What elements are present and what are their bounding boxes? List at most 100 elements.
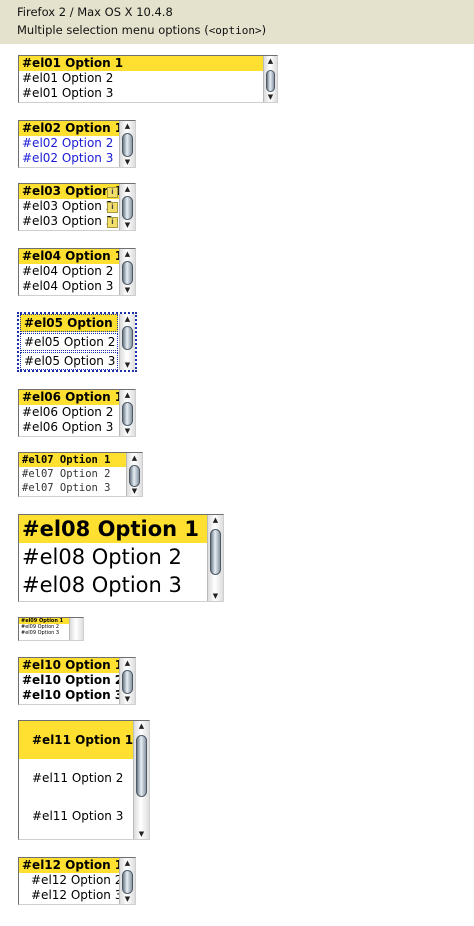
scroll-up-arrow-icon[interactable]: ▲ [127, 453, 142, 463]
options-list: #el05 Option 1 #el05 Option 2 #el05 Opti… [19, 314, 119, 370]
scroll-thumb[interactable] [122, 196, 133, 220]
scroll-up-arrow-icon[interactable]: ▲ [120, 658, 135, 668]
scroll-thumb[interactable] [122, 261, 133, 285]
scrollbar[interactable]: ▲ ▼ [119, 658, 135, 704]
options-list: #el03 Option 1i #el03 Option 2i #el03 Op… [19, 184, 119, 230]
scroll-thumb[interactable] [210, 529, 221, 575]
option-el02-2[interactable]: #el02 Option 2 [19, 136, 119, 151]
option-el06-3[interactable]: #el06 Option 3 [19, 420, 119, 435]
scroll-thumb[interactable] [122, 402, 133, 426]
scrollbar[interactable]: ▲ ▼ [119, 184, 135, 230]
option-el09-3[interactable]: #el09 Option 3 [19, 630, 69, 636]
option-el11-2[interactable]: #el11 Option 2 [19, 759, 133, 797]
options-list: #el01 Option 1 #el01 Option 2 #el01 Opti… [19, 56, 263, 102]
option-el07-2[interactable]: #el07 Option 2 [19, 467, 126, 481]
scroll-up-arrow-icon[interactable]: ▲ [120, 184, 135, 194]
option-el08-3[interactable]: #el08 Option 3 [19, 571, 207, 599]
option-el07-3[interactable]: #el07 Option 3 [19, 481, 126, 495]
scrollbar[interactable]: ▲ ▼ [119, 121, 135, 167]
scrollbar[interactable]: ▲ ▼ [119, 249, 135, 295]
option-el04-3[interactable]: #el04 Option 3 [19, 279, 119, 294]
option-el02-1[interactable]: #el02 Option 1 [19, 121, 119, 136]
scroll-up-arrow-icon[interactable]: ▲ [264, 56, 277, 66]
select-el11[interactable]: #el11 Option 1 #el11 Option 2 #el11 Opti… [18, 720, 150, 840]
scroll-thumb[interactable] [122, 326, 133, 350]
scroll-down-arrow-icon[interactable]: ▼ [120, 157, 135, 167]
option-el11-3[interactable]: #el11 Option 3 [19, 797, 133, 835]
option-el03-3[interactable]: #el03 Option 3i [19, 214, 119, 229]
select-el09[interactable]: #el09 Option 1 #el09 Option 2 #el09 Opti… [18, 617, 84, 641]
option-el05-1[interactable]: #el05 Option 1 [20, 314, 118, 332]
info-icon: i [107, 187, 118, 198]
select-el07[interactable]: #el07 Option 1 #el07 Option 2 #el07 Opti… [18, 452, 143, 497]
option-label: #el03 Option 1 [22, 184, 119, 198]
scrollbar[interactable]: ▲ ▼ [263, 56, 277, 102]
select-el04[interactable]: #el04 Option 1 #el04 Option 2 #el04 Opti… [18, 248, 136, 296]
scroll-down-arrow-icon[interactable]: ▼ [120, 360, 135, 370]
select-el12[interactable]: #el12 Option 1 #el12 Option 2 #el12 Opti… [18, 857, 136, 905]
scrollbar[interactable]: ▲ ▼ [126, 453, 142, 496]
scroll-down-arrow-icon[interactable]: ▼ [120, 694, 135, 704]
select-el10[interactable]: #el10 Option 1 #el10 Option 2 #el10 Opti… [18, 657, 136, 705]
option-el10-2[interactable]: #el10 Option 2 [19, 673, 119, 688]
option-el02-3[interactable]: #el02 Option 3 [19, 151, 119, 166]
option-el01-3[interactable]: #el01 Option 3 [19, 86, 263, 101]
select-el08[interactable]: #el08 Option 1 #el08 Option 2 #el08 Opti… [18, 514, 224, 602]
option-el12-2[interactable]: #el12 Option 2 [19, 873, 119, 888]
scroll-down-arrow-icon[interactable]: ▼ [134, 829, 149, 839]
scroll-up-arrow-icon[interactable]: ▲ [208, 515, 223, 525]
scrollbar[interactable] [69, 618, 83, 640]
scroll-up-arrow-icon[interactable]: ▲ [120, 249, 135, 259]
option-el11-1[interactable]: #el11 Option 1 [19, 721, 133, 759]
scrollbar[interactable]: ▲ ▼ [207, 515, 223, 601]
scroll-thumb[interactable] [136, 735, 147, 797]
scroll-down-arrow-icon[interactable]: ▼ [120, 220, 135, 230]
option-el12-3[interactable]: #el12 Option 3 [19, 888, 119, 903]
scroll-up-arrow-icon[interactable]: ▲ [120, 314, 135, 324]
scroll-down-arrow-icon[interactable]: ▼ [208, 591, 223, 601]
option-el10-3[interactable]: #el10 Option 3 [19, 688, 119, 703]
option-el06-1[interactable]: #el06 Option 1 [19, 390, 119, 405]
scroll-down-arrow-icon[interactable]: ▼ [127, 486, 142, 496]
scroll-up-arrow-icon[interactable]: ▲ [120, 858, 135, 868]
option-el03-1[interactable]: #el03 Option 1i [19, 184, 119, 199]
page-title: Firefox 2 / Max OS X 10.4.8 [17, 5, 173, 19]
option-el06-2[interactable]: #el06 Option 2 [19, 405, 119, 420]
option-el05-3[interactable]: #el05 Option 3 [20, 352, 118, 370]
scroll-down-arrow-icon[interactable]: ▼ [120, 426, 135, 436]
option-el12-1[interactable]: #el12 Option 1 [19, 858, 119, 873]
option-el03-2[interactable]: #el03 Option 2i [19, 199, 119, 214]
scrollbar[interactable]: ▲ ▼ [133, 721, 149, 839]
option-el01-2[interactable]: #el01 Option 2 [19, 71, 263, 86]
select-el01[interactable]: #el01 Option 1 #el01 Option 2 #el01 Opti… [18, 55, 278, 103]
scroll-thumb[interactable] [122, 133, 133, 157]
scroll-thumb[interactable] [122, 870, 133, 894]
scroll-down-arrow-icon[interactable]: ▼ [120, 285, 135, 295]
select-el03[interactable]: #el03 Option 1i #el03 Option 2i #el03 Op… [18, 183, 136, 231]
option-el04-2[interactable]: #el04 Option 2 [19, 264, 119, 279]
scroll-down-arrow-icon[interactable]: ▼ [264, 92, 277, 102]
option-el04-1[interactable]: #el04 Option 1 [19, 249, 119, 264]
scroll-thumb[interactable] [129, 465, 140, 487]
select-el06[interactable]: #el06 Option 1 #el06 Option 2 #el06 Opti… [18, 389, 136, 437]
scroll-thumb[interactable] [122, 670, 133, 694]
options-list: #el08 Option 1 #el08 Option 2 #el08 Opti… [19, 515, 207, 601]
option-el01-1[interactable]: #el01 Option 1 [19, 56, 263, 71]
scrollbar[interactable]: ▲ ▼ [119, 390, 135, 436]
scroll-up-arrow-icon[interactable]: ▲ [120, 390, 135, 400]
select-el02[interactable]: #el02 Option 1 #el02 Option 2 #el02 Opti… [18, 120, 136, 168]
option-el10-1[interactable]: #el10 Option 1 [19, 658, 119, 673]
scroll-up-arrow-icon[interactable]: ▲ [134, 721, 149, 731]
option-el05-2[interactable]: #el05 Option 2 [20, 333, 118, 351]
options-list: #el06 Option 1 #el06 Option 2 #el06 Opti… [19, 390, 119, 436]
scrollbar[interactable]: ▲ ▼ [119, 858, 135, 904]
scroll-down-arrow-icon[interactable]: ▼ [120, 894, 135, 904]
scroll-up-arrow-icon[interactable]: ▲ [120, 121, 135, 131]
option-el07-1[interactable]: #el07 Option 1 [19, 453, 126, 467]
options-list: #el11 Option 1 #el11 Option 2 #el11 Opti… [19, 721, 133, 839]
select-el05[interactable]: #el05 Option 1 #el05 Option 2 #el05 Opti… [17, 312, 137, 372]
option-el08-2[interactable]: #el08 Option 2 [19, 543, 207, 571]
scrollbar[interactable]: ▲ ▼ [119, 314, 135, 370]
option-el08-1[interactable]: #el08 Option 1 [19, 515, 207, 543]
scroll-thumb[interactable] [266, 70, 275, 92]
